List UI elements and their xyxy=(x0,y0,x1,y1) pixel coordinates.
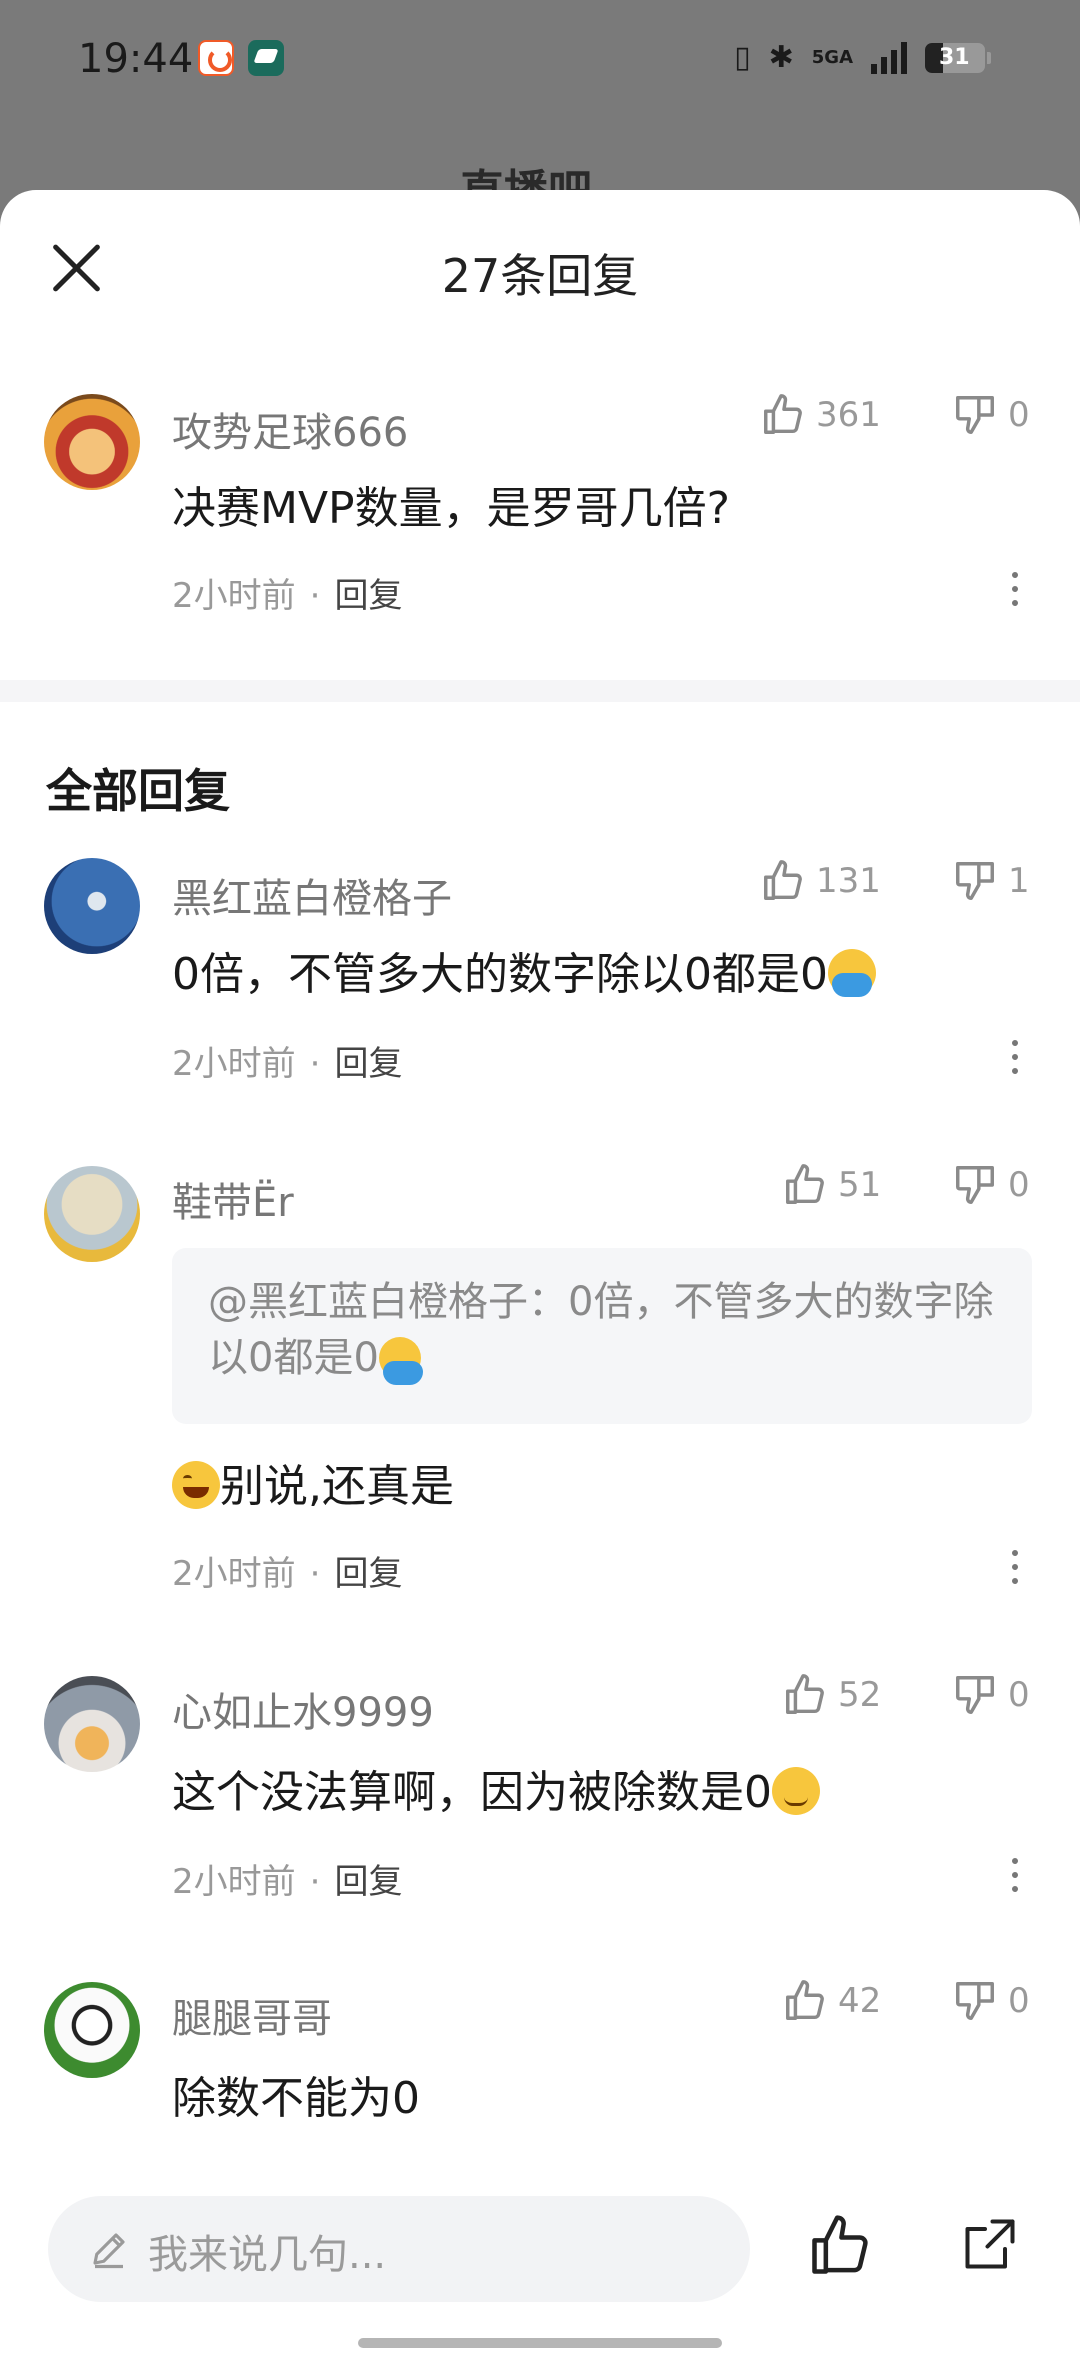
like-count: 131 xyxy=(816,861,881,901)
laughing-emoji-icon xyxy=(172,1461,220,1509)
comment-meta: 2小时前 · 回复 xyxy=(172,576,403,616)
status-icons: ▯ ✱ 5GA 31 xyxy=(734,40,991,75)
comment-input[interactable]: 我来说几句... xyxy=(48,2196,750,2302)
more-icon[interactable] xyxy=(1010,1040,1020,1084)
app-notification-icon xyxy=(248,40,284,76)
like-button[interactable]: 52 xyxy=(782,1672,881,1718)
status-bar: 19:44 ▯ ✱ 5GA 31 xyxy=(0,0,1080,120)
like-button[interactable]: 131 xyxy=(760,858,881,904)
avatar[interactable] xyxy=(44,394,140,490)
like-count: 51 xyxy=(838,1165,882,1205)
dislike-button[interactable]: 0 xyxy=(952,1672,1030,1718)
like-count: 361 xyxy=(816,395,881,435)
reply-meta: 2小时前 · 回复 xyxy=(172,1554,403,1594)
reply-meta: 2小时前 · 回复 xyxy=(172,1862,403,1902)
thumbs-down-icon xyxy=(956,862,994,900)
quoted-reply[interactable]: @黑红蓝白橙格子：0倍，不管多大的数字除以0都是0 xyxy=(172,1248,1032,1424)
reply-text-content: 别说,还真是 xyxy=(220,1461,454,1512)
reply-username[interactable]: 腿腿哥哥 xyxy=(172,1986,332,2044)
comment-username[interactable]: 攻势足球666 xyxy=(172,400,408,458)
thumbs-down-icon xyxy=(956,396,994,434)
reply-text: 除数不能为0 xyxy=(172,2073,420,2124)
reply-button[interactable]: 回复 xyxy=(334,1862,402,1902)
more-icon[interactable] xyxy=(1010,1858,1020,1902)
thumbs-up-icon xyxy=(786,1674,824,1714)
reply-username[interactable]: 鞋带Ër xyxy=(172,1170,294,1228)
dislike-button[interactable]: 0 xyxy=(952,1978,1030,2024)
reply-button[interactable]: 回复 xyxy=(334,1554,402,1594)
more-icon[interactable] xyxy=(1010,572,1020,616)
dislike-count: 0 xyxy=(1008,1165,1030,1205)
home-indicator[interactable] xyxy=(358,2338,722,2348)
reply-time: 2小时前 xyxy=(172,1044,296,1084)
section-title: 全部回复 xyxy=(46,764,230,818)
vibrate-icon: ▯ xyxy=(734,40,751,75)
like-count: 42 xyxy=(838,1981,882,2021)
thumbs-up-icon[interactable] xyxy=(806,2212,874,2280)
didi-app-icon xyxy=(198,40,234,76)
network-type: 5GA xyxy=(811,47,853,68)
reply-button[interactable]: 回复 xyxy=(334,576,402,616)
thumbs-up-icon xyxy=(786,1980,824,2020)
dislike-count: 0 xyxy=(1008,395,1030,435)
share-icon[interactable] xyxy=(960,2214,1020,2274)
quoted-text: @黑红蓝白橙格子：0倍，不管多大的数字除以0都是0 xyxy=(208,1279,994,1381)
thumbs-up-icon xyxy=(764,394,802,434)
sweat-emoji-icon xyxy=(378,1337,423,1385)
dislike-count: 0 xyxy=(1008,1981,1030,2021)
dislike-count: 0 xyxy=(1008,1675,1030,1715)
like-count: 52 xyxy=(838,1675,882,1715)
like-button[interactable]: 42 xyxy=(782,1978,881,2024)
dislike-count: 1 xyxy=(1008,861,1030,901)
reply-text: 别说,还真是 xyxy=(172,1450,454,1514)
thumbs-down-icon xyxy=(956,1166,994,1204)
sweat-emoji-icon xyxy=(827,949,876,997)
section-divider xyxy=(0,680,1080,702)
dislike-button[interactable]: 0 xyxy=(952,392,1030,438)
comment-text: 决赛MVP数量，是罗哥几倍? xyxy=(172,483,730,534)
thumbs-down-icon xyxy=(956,1982,994,2020)
reply-text: 这个没法算啊，因为被除数是0 xyxy=(172,1756,820,1820)
battery-level: 31 xyxy=(939,44,970,70)
bluetooth-icon: ✱ xyxy=(768,40,794,75)
avatar[interactable] xyxy=(44,858,140,954)
reply-text: 0倍，不管多大的数字除以0都是0 xyxy=(172,938,876,1002)
smug-emoji-icon xyxy=(772,1767,820,1815)
more-icon[interactable] xyxy=(1010,1550,1020,1594)
signal-icon xyxy=(871,41,907,74)
reply-time: 2小时前 xyxy=(172,1862,296,1902)
thumbs-down-icon xyxy=(956,1676,994,1714)
replies-sheet: 27条回复 攻势足球666 361 0 决赛MVP数量，是罗哥几倍? 2小时前 ·… xyxy=(0,190,1080,2374)
reply-text-content: 这个没法算啊，因为被除数是0 xyxy=(172,1767,772,1818)
reply-button[interactable]: 回复 xyxy=(334,1044,402,1084)
dislike-button[interactable]: 0 xyxy=(952,1162,1030,1208)
reply-username[interactable]: 心如止水9999 xyxy=(172,1680,434,1738)
like-button[interactable]: 361 xyxy=(760,392,881,438)
pen-icon xyxy=(93,2233,125,2269)
dislike-button[interactable]: 1 xyxy=(952,858,1030,904)
avatar[interactable] xyxy=(44,1676,140,1772)
avatar[interactable] xyxy=(44,1982,140,2078)
status-time: 19:44 xyxy=(78,36,194,82)
reply-username[interactable]: 黑红蓝白橙格子 xyxy=(172,866,452,924)
comment-time: 2小时前 xyxy=(172,576,296,616)
sheet-title: 27条回复 xyxy=(441,249,639,303)
reply-text-content: 0倍，不管多大的数字除以0都是0 xyxy=(172,949,828,1000)
avatar[interactable] xyxy=(44,1166,140,1262)
comment-input-placeholder: 我来说几句... xyxy=(148,2232,387,2278)
reply-meta: 2小时前 · 回复 xyxy=(172,1044,403,1084)
thumbs-up-icon xyxy=(764,860,802,900)
reply-time: 2小时前 xyxy=(172,1554,296,1594)
thumbs-up-icon xyxy=(786,1164,824,1204)
like-button[interactable]: 51 xyxy=(782,1162,881,1208)
battery-icon: 31 xyxy=(925,42,991,73)
